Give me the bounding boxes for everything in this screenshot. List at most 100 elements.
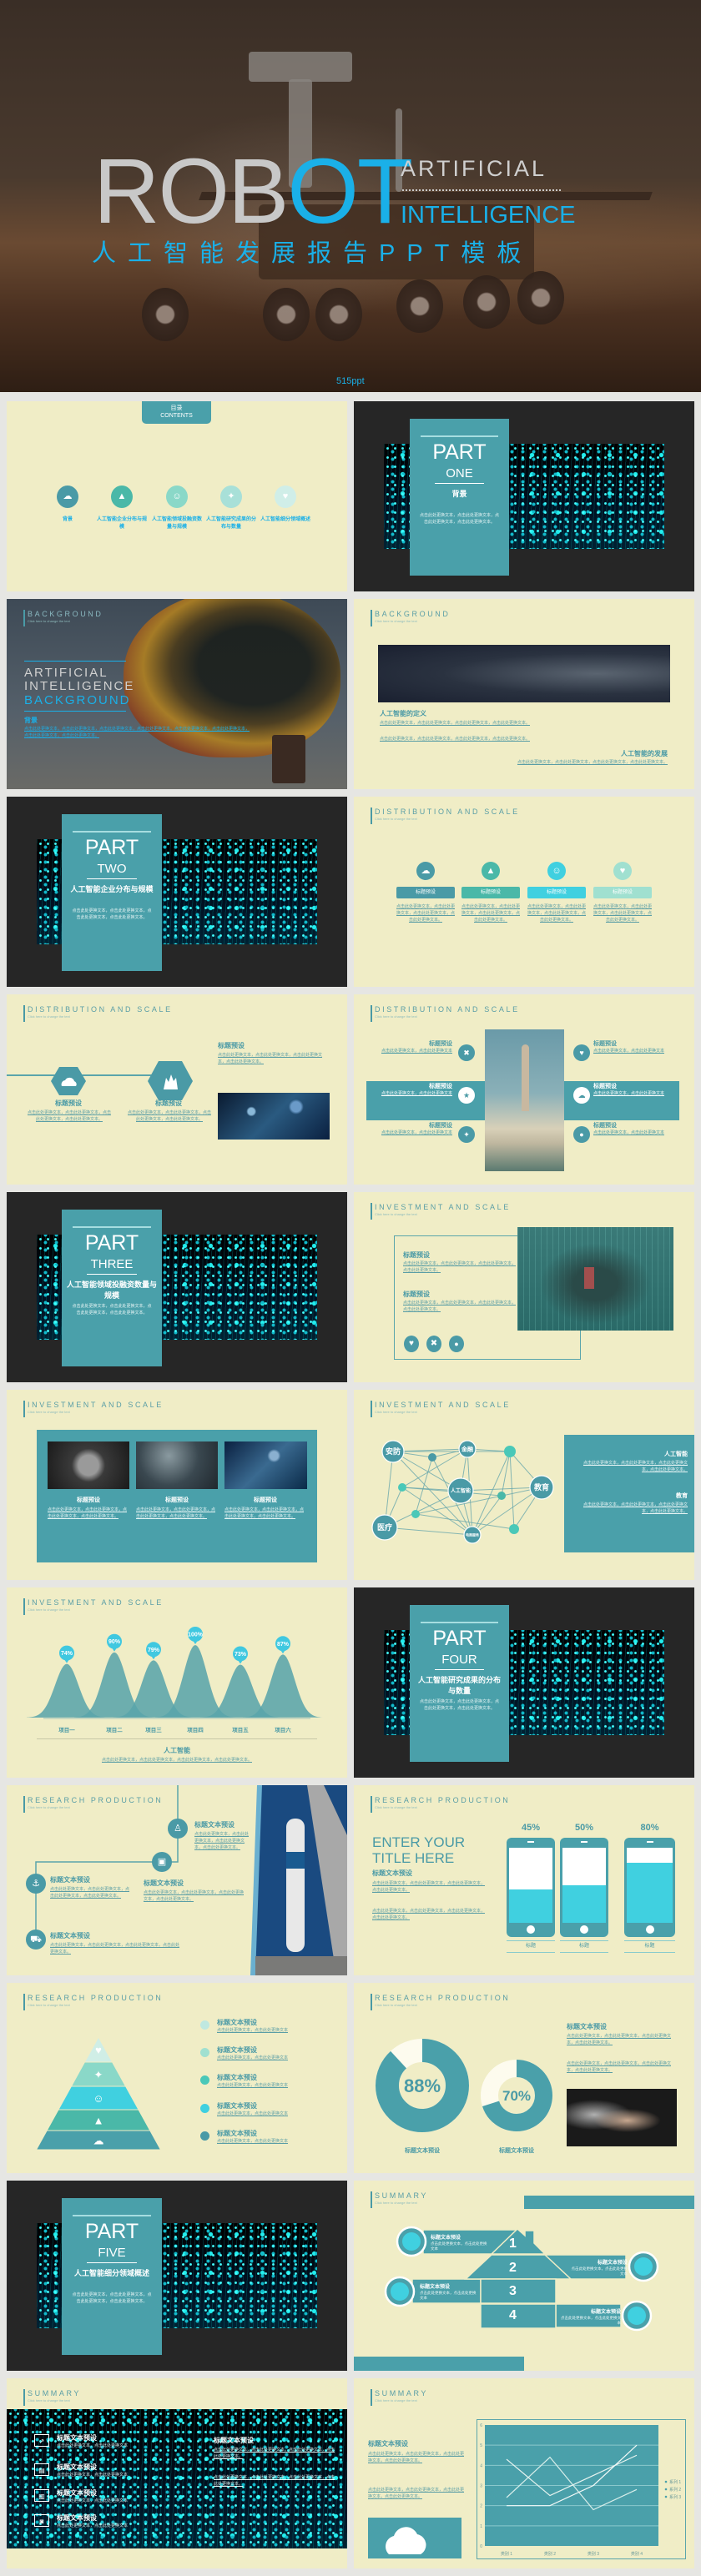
circuit-image	[218, 1093, 330, 1140]
phone-fill-bar	[509, 1889, 552, 1923]
body-text: 点击此处更换文本，点击此处更换文本	[593, 1049, 665, 1054]
balloon-basket	[272, 735, 305, 783]
house-diagram	[384, 2226, 659, 2332]
chat-icon: ●	[573, 1126, 590, 1143]
data-label: 87%	[277, 1642, 290, 1648]
item-title: 标题预设	[593, 1084, 617, 1089]
item-title: 标题文本预设	[217, 2102, 257, 2110]
body-text: 点击此处更换文本，点击此处更换文本，点击此处更换文本，点击此处更换文本。	[50, 1887, 130, 1899]
slide-research-pyramid: RESEARCH PRODUCTION Click here to change …	[7, 1983, 347, 2173]
network-diagram: 安防 金融人工智能 教育医疗电商服务	[371, 1440, 554, 1544]
body-text: 点击此处更换文本，点击此处更换文本	[593, 1091, 665, 1096]
intro-line-2: INTELLIGENCE	[24, 679, 135, 693]
item-title: 标题文本预设	[567, 2023, 607, 2030]
slide-part-five: PART FIVE 人工智能细分领域概述 点击此处更换文本，点击此处更换文本，点击此…	[7, 2181, 347, 2371]
intro-line-1: ARTIFICIAL	[24, 666, 108, 680]
slide-summary-fiber: SUMMARY Click here to change the text ↗ 标题…	[7, 2378, 347, 2568]
category-label: 项目一	[58, 1726, 75, 1733]
item-title: 标题预设	[429, 1041, 452, 1047]
slide-research-donuts: RESEARCH PRODUCTION Click here to change …	[354, 1983, 694, 2173]
body-text: 点击此处更换文本，点击此处更换文本	[217, 2055, 289, 2060]
body-text: 点击此处更换文本，点击此处更换文本，点击此处更换文本，点击此处更换文本。	[380, 721, 531, 726]
heart-icon: ♥	[275, 486, 296, 508]
title-button: 标题预设	[593, 887, 652, 898]
part-card: PART TWO 人工智能企业分布与规模 点击此处更换文本，点击此处更换文本，点击此…	[62, 814, 162, 971]
legend-marker	[664, 2480, 668, 2483]
body-text: 点击此处更换文本，点击此处更换文本	[217, 2083, 289, 2088]
chat-icon: ●	[449, 1336, 464, 1352]
slide-distribution-hexagons: DISTRIBUTION AND SCALE Click here to chan…	[7, 994, 347, 1185]
heart-icon: ♥	[95, 2044, 102, 2056]
phone-speaker	[527, 1841, 534, 1843]
data-label: 70%	[502, 2088, 531, 2104]
cloud-icon: ☁	[57, 486, 78, 508]
legend-marker	[664, 2495, 668, 2498]
y-tick-label: 1	[480, 2524, 482, 2529]
item-title: 标题文本预设	[144, 1879, 184, 1887]
category-label: 标题文本预设	[404, 2146, 441, 2154]
network-node	[504, 1446, 516, 1457]
body-text: 点击此处更换文本，点击此处更换文本，点击此处更换文本，点击此处更换文本。	[144, 1890, 245, 1902]
y-tick-label: 2	[480, 2504, 482, 2509]
step-number: 4	[509, 2308, 517, 2322]
lightbulb-icon: ✦	[94, 2069, 103, 2081]
item-title: 标题文本预设	[194, 1821, 235, 1829]
banner-brand: 515ppt	[336, 376, 365, 386]
phone-speaker	[581, 1841, 588, 1843]
cloud-icon: ☁	[93, 2135, 104, 2147]
slide-investment-network: INVESTMENT AND SCALE Click here to change…	[354, 1390, 694, 1580]
category-label: 项目五	[232, 1726, 249, 1733]
phone-home-button	[645, 1925, 654, 1934]
hacker-image	[517, 1227, 673, 1331]
item-title: 标题文本预设	[420, 2285, 451, 2290]
data-label: 100%	[188, 1633, 204, 1638]
body-text: 点击此处更换文本，点击此处更换文本，点击此处更换文本，点击此处更换文本。	[50, 1943, 180, 1955]
phone-home-button	[580, 1925, 588, 1934]
body-text: 点击此处更换文本，点击此处更换文本	[217, 2111, 289, 2116]
smile-icon: ☺	[93, 2092, 103, 2105]
slide-part-one: PART ONE 背景 点击此处更换文本，点击此处更换文本，点击此处更换文本，点击此…	[354, 401, 694, 591]
chart-icon: ▲	[111, 486, 133, 508]
phone-icon	[560, 1838, 608, 1937]
bullet-dot	[200, 2020, 209, 2030]
x-tick-label: 类别 3	[588, 2551, 599, 2557]
slide-investment-bell-chart: INVESTMENT AND SCALE Click here to change…	[7, 1587, 347, 1778]
item-title: 标题预设	[403, 1291, 430, 1298]
pyramid: ♥ ✦ ☺ ▲ ☁	[35, 2035, 162, 2151]
body-text: 点击此处更换文本，点击此处更换文本	[217, 2028, 289, 2033]
banner-title: ROBOT	[93, 140, 413, 243]
bullet-dot	[200, 2104, 209, 2113]
y-tick-label: 5	[480, 2443, 482, 2448]
item-title: 标题预设	[403, 1251, 430, 1259]
handshake-image	[567, 2089, 677, 2146]
body-text: 点击此处更换文本，点击此处更换文本，点击此处更换文本，点击此处更换文本。	[593, 904, 653, 923]
category-label: 标题	[507, 1940, 555, 1953]
item-title: 标题文本预设	[217, 2130, 257, 2137]
x-tick-label: 类别 1	[501, 2551, 512, 2557]
lightbulb-icon: ✦	[458, 1126, 475, 1143]
donut-charts: 88% 标题文本预设 70% 标题文本预设	[376, 2039, 552, 2154]
data-label: 90%	[108, 1639, 121, 1645]
bullet-dot	[200, 2075, 209, 2085]
item-title: 标题预设	[254, 1497, 277, 1503]
banner-word-artificial: ARTIFICIAL	[401, 156, 547, 181]
slide-contents: 目录 CONTENTS ☁ 背景 ▲ 人工智能企业分布与规模 ☺ 人工智能领域投融资数量与规…	[7, 401, 347, 591]
id-card-icon: ▤	[34, 2463, 49, 2476]
contents-item-label: 人工智能研究成果的分布与数量	[206, 517, 257, 530]
cart-icon: ⛟	[26, 1929, 46, 1950]
body-text: 点击此处更换文本，点击此处更换文本	[431, 2241, 487, 2251]
network-node	[398, 1483, 406, 1492]
anchor-icon: ⚓	[26, 1874, 46, 1894]
item-title: 标题文本预设	[590, 2310, 621, 2315]
item-title: 标题文本预设	[57, 2514, 97, 2522]
body-text: 点击此处更换文本，点击此处更换文本，点击此处更换文本，点击此处更换文本。	[214, 2448, 335, 2459]
data-label: 73%	[235, 1652, 247, 1658]
item-title: 标题预设	[593, 1041, 617, 1047]
item-title: 标题文本预设	[57, 2463, 97, 2471]
development-title: 人工智能的发展	[621, 750, 668, 757]
body-text: 点击此处更换文本，点击此处更换文本	[217, 2139, 289, 2144]
phone-speaker	[646, 1841, 653, 1843]
item-title: 标题文本预设	[372, 1869, 412, 1877]
body-text: 点击此处更换文本，点击此处更换文本	[57, 2498, 129, 2503]
part-card: PART FOUR 人工智能研究成果的分布与数量 点击此处更换文本，点击此处更换文本…	[410, 1605, 509, 1762]
